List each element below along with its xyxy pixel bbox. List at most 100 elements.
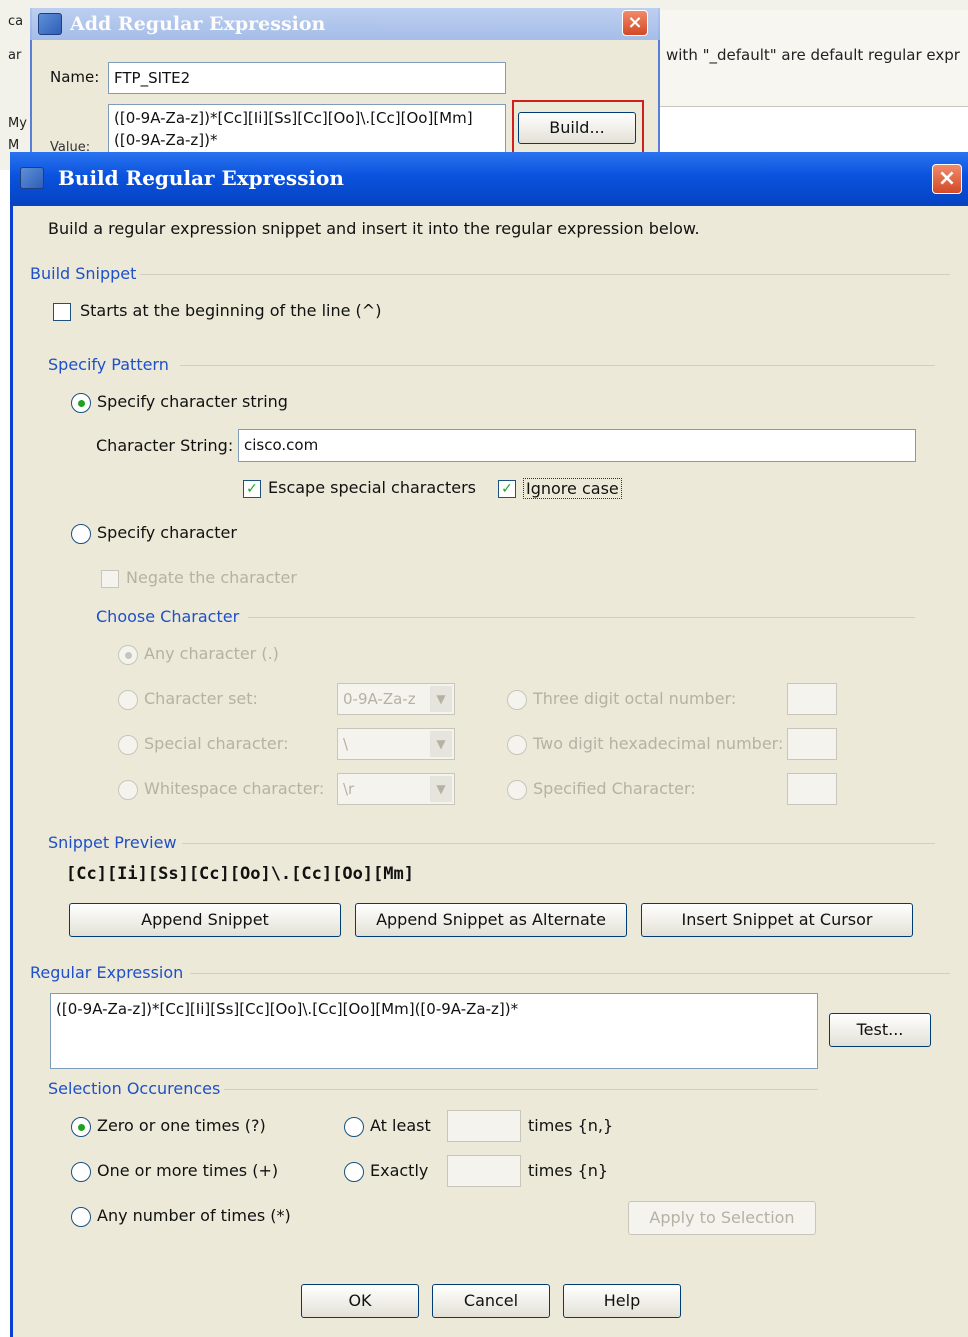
special-character-select[interactable]: \ ▼	[337, 728, 455, 760]
octal-number-input[interactable]	[787, 683, 837, 715]
name-label: Name:	[50, 68, 100, 86]
special-character-value: \	[343, 735, 349, 753]
escape-special-checkbox[interactable]: ✓	[243, 480, 261, 498]
character-string-input[interactable]: cisco.com	[238, 429, 916, 462]
whitespace-character-label: Whitespace character:	[144, 779, 325, 798]
specify-character-radio[interactable]	[71, 524, 91, 544]
any-character-label: Any character (.)	[144, 644, 279, 663]
build-regex-title: Build Regular Expression	[58, 166, 344, 190]
starts-beginning-checkbox[interactable]	[53, 303, 71, 321]
group-separator	[248, 617, 915, 618]
character-set-label: Character set:	[144, 689, 258, 708]
chevron-down-icon: ▼	[430, 731, 452, 757]
value-line: ([0-9A-Za-z])*[Cc][Ii][Ss][Cc][Oo]\.[Cc]…	[114, 109, 473, 127]
dialog-description: Build a regular expression snippet and i…	[48, 219, 700, 238]
octal-number-radio[interactable]	[507, 690, 527, 710]
one-or-more-label: One or more times (+)	[97, 1161, 279, 1180]
any-number-radio[interactable]	[71, 1207, 91, 1227]
at-least-input[interactable]	[447, 1110, 521, 1142]
background-list-area	[660, 106, 968, 154]
selection-occurences-group-label: Selection Occurences	[48, 1079, 221, 1098]
exactly-suffix: times {n}	[528, 1161, 609, 1180]
value-field[interactable]: ([0-9A-Za-z])*[Cc][Ii][Ss][Cc][Oo]\.[Cc]…	[108, 104, 506, 154]
close-icon[interactable]: ×	[932, 164, 962, 194]
escape-special-label: Escape special characters	[268, 478, 476, 497]
any-character-radio[interactable]	[118, 645, 138, 665]
ok-button[interactable]: OK	[301, 1284, 419, 1318]
close-icon[interactable]: ×	[622, 10, 648, 36]
special-character-radio[interactable]	[118, 735, 138, 755]
negate-label: Negate the character	[126, 568, 297, 587]
zero-or-one-radio[interactable]	[71, 1117, 91, 1137]
snippet-preview-group-label: Snippet Preview	[48, 833, 177, 852]
group-separator	[182, 843, 935, 844]
apply-to-selection-button[interactable]: Apply to Selection	[628, 1201, 816, 1235]
build-regex-titlebar: Build Regular Expression	[10, 152, 968, 206]
character-string-label: Character String:	[96, 436, 234, 455]
exactly-label: Exactly	[370, 1161, 429, 1180]
background-fragment: ca	[8, 14, 24, 29]
app-icon	[20, 167, 44, 189]
build-snippet-group-label: Build Snippet	[30, 264, 137, 283]
help-button[interactable]: Help	[563, 1284, 681, 1318]
whitespace-character-radio[interactable]	[118, 780, 138, 800]
test-button[interactable]: Test...	[829, 1013, 931, 1047]
regular-expression-textarea[interactable]: ([0-9A-Za-z])*[Cc][Ii][Ss][Cc][Oo]\.[Cc]…	[50, 993, 818, 1069]
at-least-label: At least	[370, 1116, 431, 1135]
zero-or-one-label: Zero or one times (?)	[97, 1116, 266, 1135]
chevron-down-icon: ▼	[430, 686, 452, 712]
character-set-radio[interactable]	[118, 690, 138, 710]
background-fragment: M	[8, 138, 20, 153]
any-number-label: Any number of times (*)	[97, 1206, 291, 1225]
at-least-suffix: times {n,}	[528, 1116, 614, 1135]
add-regex-title: Add Regular Expression	[70, 13, 326, 35]
build-button[interactable]: Build...	[518, 112, 636, 144]
cancel-button[interactable]: Cancel	[432, 1284, 550, 1318]
append-alternate-button[interactable]: Append Snippet as Alternate	[355, 903, 627, 937]
hex-number-label: Two digit hexadecimal number:	[533, 734, 784, 753]
exactly-radio[interactable]	[344, 1162, 364, 1182]
whitespace-character-value: \r	[343, 780, 355, 798]
group-separator	[140, 274, 950, 275]
append-snippet-button[interactable]: Append Snippet	[69, 903, 341, 937]
ignore-case-checkbox[interactable]: ✓	[498, 480, 516, 498]
group-separator	[180, 365, 935, 366]
specified-character-label: Specified Character:	[533, 779, 696, 798]
radio-selected-dot	[125, 652, 132, 659]
name-field[interactable]: FTP_SITE2	[108, 62, 506, 94]
radio-selected-dot	[78, 1124, 85, 1131]
character-set-select[interactable]: 0-9A-Za-z ▼	[337, 683, 455, 715]
background-fragment: My	[8, 116, 27, 131]
add-regex-titlebar: Add Regular Expression	[30, 8, 660, 40]
specified-character-input[interactable]	[787, 773, 837, 805]
snippet-preview-text: [Cc][Ii][Ss][Cc][Oo]\.[Cc][Oo][Mm]	[66, 864, 414, 884]
starts-beginning-label: Starts at the beginning of the line (^)	[80, 301, 382, 320]
octal-number-label: Three digit octal number:	[533, 689, 737, 708]
background-fragment: ar	[8, 48, 22, 63]
value-line: ([0-9A-Za-z])*	[114, 131, 218, 149]
hex-number-radio[interactable]	[507, 735, 527, 755]
ignore-case-label: Ignore case	[523, 478, 622, 499]
chevron-down-icon: ▼	[430, 776, 452, 802]
specified-character-radio[interactable]	[507, 780, 527, 800]
choose-character-group-label: Choose Character	[96, 607, 240, 626]
whitespace-character-select[interactable]: \r ▼	[337, 773, 455, 805]
background-info-text: with "_default" are default regular expr	[666, 46, 960, 64]
specify-string-radio[interactable]	[71, 393, 91, 413]
app-icon	[38, 13, 62, 35]
special-character-label: Special character:	[144, 734, 289, 753]
at-least-radio[interactable]	[344, 1117, 364, 1137]
one-or-more-radio[interactable]	[71, 1162, 91, 1182]
specify-string-label: Specify character string	[97, 392, 288, 411]
exactly-input[interactable]	[447, 1155, 521, 1187]
regular-expression-group-label: Regular Expression	[30, 963, 184, 982]
negate-checkbox[interactable]	[101, 570, 119, 588]
hex-number-input[interactable]	[787, 728, 837, 760]
specify-pattern-group-label: Specify Pattern	[48, 355, 169, 374]
group-separator	[224, 1089, 818, 1090]
specify-character-label: Specify character	[97, 523, 237, 542]
group-separator	[190, 973, 950, 974]
radio-selected-dot	[78, 400, 85, 407]
character-set-value: 0-9A-Za-z	[343, 690, 416, 708]
insert-at-cursor-button[interactable]: Insert Snippet at Cursor	[641, 903, 913, 937]
